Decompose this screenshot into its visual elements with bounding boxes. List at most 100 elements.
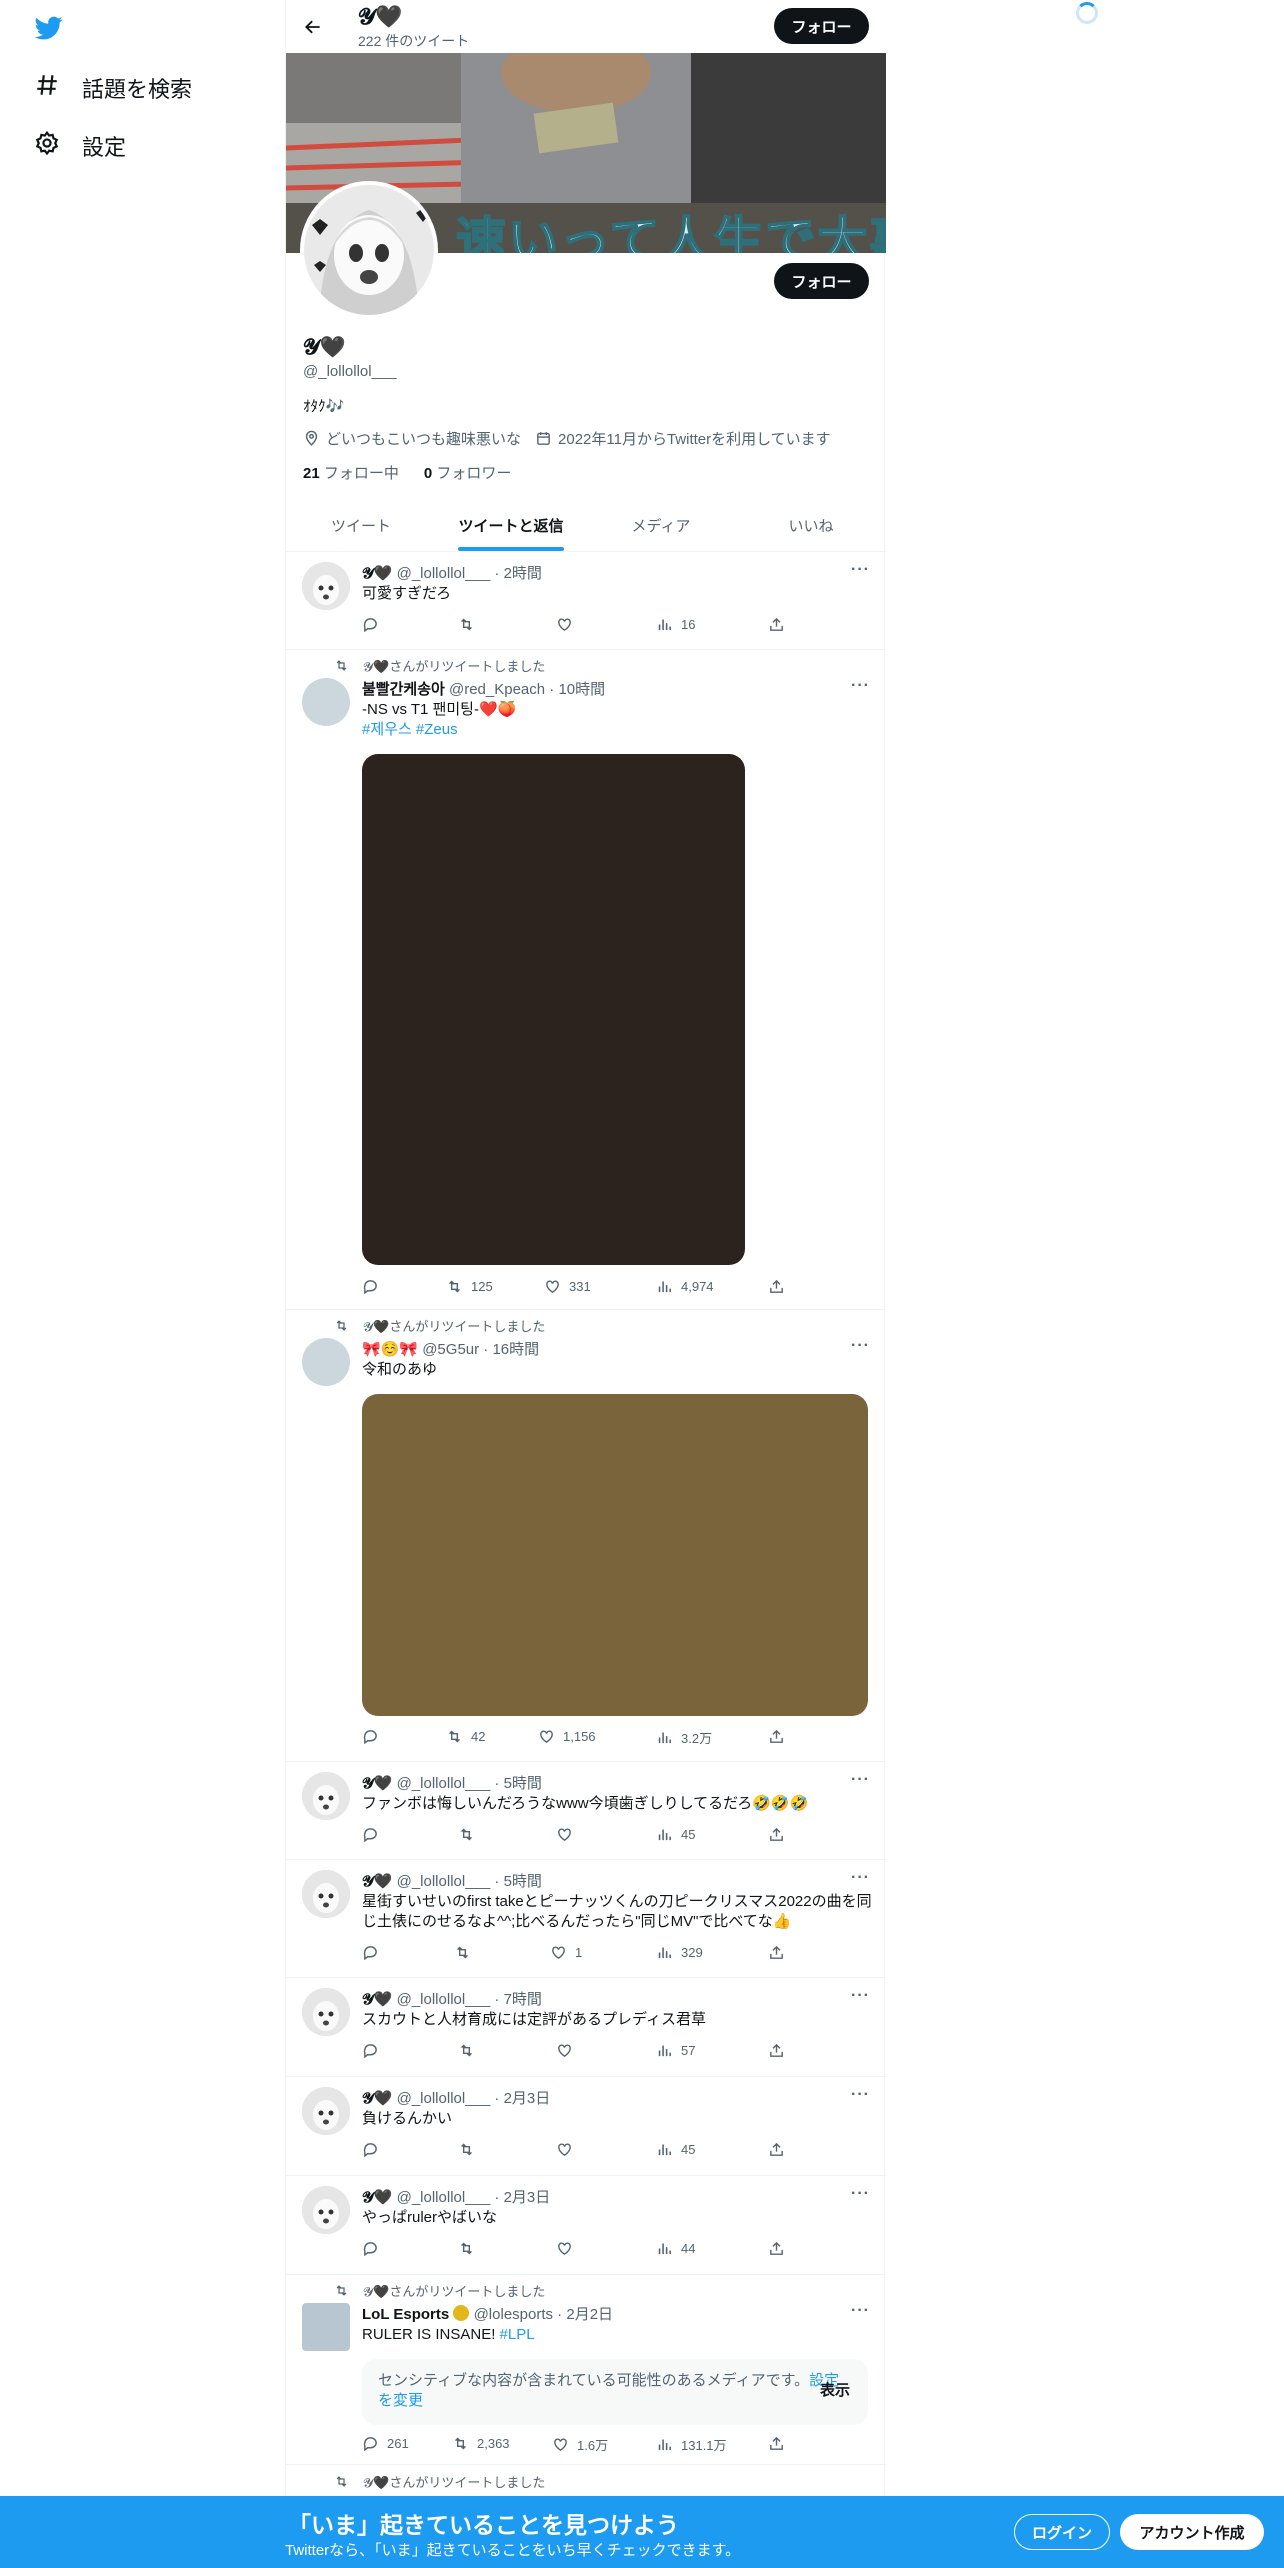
views-button[interactable]: 45	[656, 2141, 695, 2158]
views-button[interactable]: 16	[656, 616, 695, 633]
retweeted-by-text[interactable]: 𝓨🖤さんがリツイートしました	[363, 2281, 545, 2300]
tweet-avatar[interactable]	[302, 1870, 350, 1918]
reply-button[interactable]	[362, 1728, 387, 1745]
tab-tweets[interactable]: ツイート	[286, 500, 436, 551]
share-button[interactable]	[768, 2435, 785, 2452]
tweet-author[interactable]: 🎀☺️🎀	[362, 1341, 418, 1358]
tweet-handle[interactable]: @_lollollol___	[397, 2090, 491, 2107]
tweet-time[interactable]: 5時間	[504, 1873, 542, 1890]
tweet[interactable]: 𝓨🖤 @_lollollol___ · 7時間 ··· スカウトと人材育成には定…	[286, 1978, 886, 2077]
views-button[interactable]: 45	[656, 1826, 695, 1843]
retweet-button[interactable]: 42	[446, 1728, 485, 1745]
reply-button[interactable]: 261	[362, 2435, 409, 2452]
retweet-button[interactable]	[458, 2240, 483, 2257]
sidebar-item-settings[interactable]: 設定	[34, 130, 126, 162]
tweet-handle[interactable]: @_lollollol___	[397, 1775, 491, 1792]
tweet[interactable]: 𝓨🖤 @_lollollol___ · 2月3日 ··· 負けるんかい 45	[286, 2077, 886, 2176]
share-button[interactable]	[768, 1826, 785, 1843]
tweet-hashtags[interactable]: #제우스 #Zeus	[362, 720, 872, 740]
more-icon[interactable]: ···	[851, 2086, 870, 2104]
share-button[interactable]	[768, 1278, 785, 1295]
views-button[interactable]: 3.2万	[656, 1728, 712, 1747]
reply-button[interactable]	[362, 1278, 387, 1295]
tweet[interactable]: 𝓨🖤さんがリツイートしました 🎀☺️🎀 @5G5ur · 16時間 ··· 令和…	[286, 1310, 886, 1762]
signup-button[interactable]: アカウント作成	[1120, 2514, 1264, 2550]
tweet-avatar[interactable]	[302, 1988, 350, 2036]
more-icon[interactable]: ···	[851, 561, 870, 579]
retweet-button[interactable]: 125	[446, 1278, 493, 1295]
tweet-avatar[interactable]	[302, 1772, 350, 1820]
login-button[interactable]: ログイン	[1014, 2514, 1110, 2550]
retweet-button[interactable]	[458, 2042, 483, 2059]
views-button[interactable]: 329	[656, 1944, 703, 1961]
tweet[interactable]: 𝓨🖤 @_lollollol___ · 5時間 ··· 星街すいせいのfirst…	[286, 1860, 886, 1978]
profile-follow-button[interactable]: フォロー	[774, 263, 869, 299]
reply-button[interactable]	[362, 1826, 387, 1843]
tweet-author[interactable]: 𝓨🖤	[362, 2090, 392, 2107]
like-button[interactable]: 1	[550, 1944, 582, 1961]
like-button[interactable]	[556, 2141, 581, 2158]
tweet-avatar[interactable]	[302, 2186, 350, 2234]
tweet[interactable]: 𝓨🖤 @_lollollol___ · 5時間 ··· ファンボは悔しいんだろう…	[286, 1762, 886, 1860]
reply-button[interactable]	[362, 616, 387, 633]
tweet-time[interactable]: 5時間	[504, 1775, 542, 1792]
tweet-media[interactable]	[362, 1394, 868, 1716]
reply-button[interactable]	[362, 2042, 387, 2059]
like-button[interactable]: 331	[544, 1278, 591, 1295]
views-button[interactable]: 131.1万	[656, 2435, 727, 2454]
retweeted-by-text[interactable]: 𝓨🖤さんがリツイートしました	[363, 1316, 545, 1335]
tweet-handle[interactable]: @_lollollol___	[397, 2189, 491, 2206]
like-button[interactable]	[556, 616, 581, 633]
tweet-avatar[interactable]	[302, 2303, 350, 2351]
following-link[interactable]: 21 フォロー中	[303, 465, 399, 482]
tweet[interactable]: 𝓨🖤 @_lollollol___ · 2月3日 ··· やっぱrulerやばい…	[286, 2176, 886, 2275]
reply-button[interactable]	[362, 1944, 387, 1961]
share-button[interactable]	[768, 1944, 785, 1961]
share-button[interactable]	[768, 2141, 785, 2158]
tweet-handle[interactable]: @_lollollol___	[397, 1873, 491, 1890]
tweet-hashtags[interactable]: #LPL	[500, 2326, 535, 2343]
tweet-time[interactable]: 2月2日	[566, 2306, 613, 2323]
tweet-handle[interactable]: @_lollollol___	[397, 1991, 491, 2008]
retweet-button[interactable]	[458, 1826, 483, 1843]
views-button[interactable]: 44	[656, 2240, 695, 2257]
tweet-avatar[interactable]	[302, 562, 350, 610]
share-button[interactable]	[768, 2042, 785, 2059]
retweet-button[interactable]	[454, 1944, 479, 1961]
more-icon[interactable]: ···	[851, 1771, 870, 1789]
tweet-handle[interactable]: @5G5ur	[422, 1341, 479, 1358]
sidebar-item-explore[interactable]: 話題を検索	[34, 72, 192, 104]
tweet[interactable]: 𝓨🖤さんがリツイートしました 불빨간케송아 @red_Kpeach · 10時間…	[286, 650, 886, 1310]
tweet-time[interactable]: 2月3日	[504, 2189, 551, 2206]
tweet[interactable]: 𝓨🖤さんがリツイートしました LoL Esports @lolesports ·…	[286, 2275, 886, 2465]
views-button[interactable]: 4,974	[656, 1278, 714, 1295]
retweet-button[interactable]	[458, 616, 483, 633]
tweet-author[interactable]: 𝓨🖤	[362, 1775, 392, 1792]
retweet-button[interactable]	[458, 2141, 483, 2158]
tweet-handle[interactable]: @lolesports	[474, 2306, 553, 2323]
tweet-media[interactable]	[362, 754, 745, 1265]
like-button[interactable]: 1.6万	[552, 2435, 608, 2454]
tweet-time[interactable]: 2時間	[504, 565, 542, 582]
tweet-avatar[interactable]	[302, 2087, 350, 2135]
more-icon[interactable]: ···	[851, 1869, 870, 1887]
followers-link[interactable]: 0 フォロワー	[424, 465, 512, 482]
more-icon[interactable]: ···	[851, 2302, 870, 2320]
tweet-avatar[interactable]	[302, 1338, 350, 1386]
tab-tweets-and-replies[interactable]: ツイートと返信	[436, 500, 586, 551]
twitter-logo-icon[interactable]	[34, 14, 64, 42]
header-follow-button[interactable]: フォロー	[774, 8, 869, 44]
tab-likes[interactable]: いいね	[736, 500, 886, 551]
tweet-time[interactable]: 10時間	[558, 681, 605, 698]
like-button[interactable]	[556, 1826, 581, 1843]
tweet-author[interactable]: 𝓨🖤	[362, 1991, 392, 2008]
retweeted-by-text[interactable]: 𝓨🖤さんがリツイートしました	[363, 2472, 545, 2491]
views-button[interactable]: 57	[656, 2042, 695, 2059]
more-icon[interactable]: ···	[851, 1337, 870, 1355]
retweeted-by-text[interactable]: 𝓨🖤さんがリツイートしました	[363, 656, 545, 675]
tweet-author[interactable]: 불빨간케송아	[362, 681, 445, 698]
tweet-author[interactable]: 𝓨🖤	[362, 565, 392, 582]
tweet-time[interactable]: 16時間	[492, 1341, 539, 1358]
share-button[interactable]	[768, 616, 785, 633]
tweet-author[interactable]: LoL Esports	[362, 2306, 449, 2323]
